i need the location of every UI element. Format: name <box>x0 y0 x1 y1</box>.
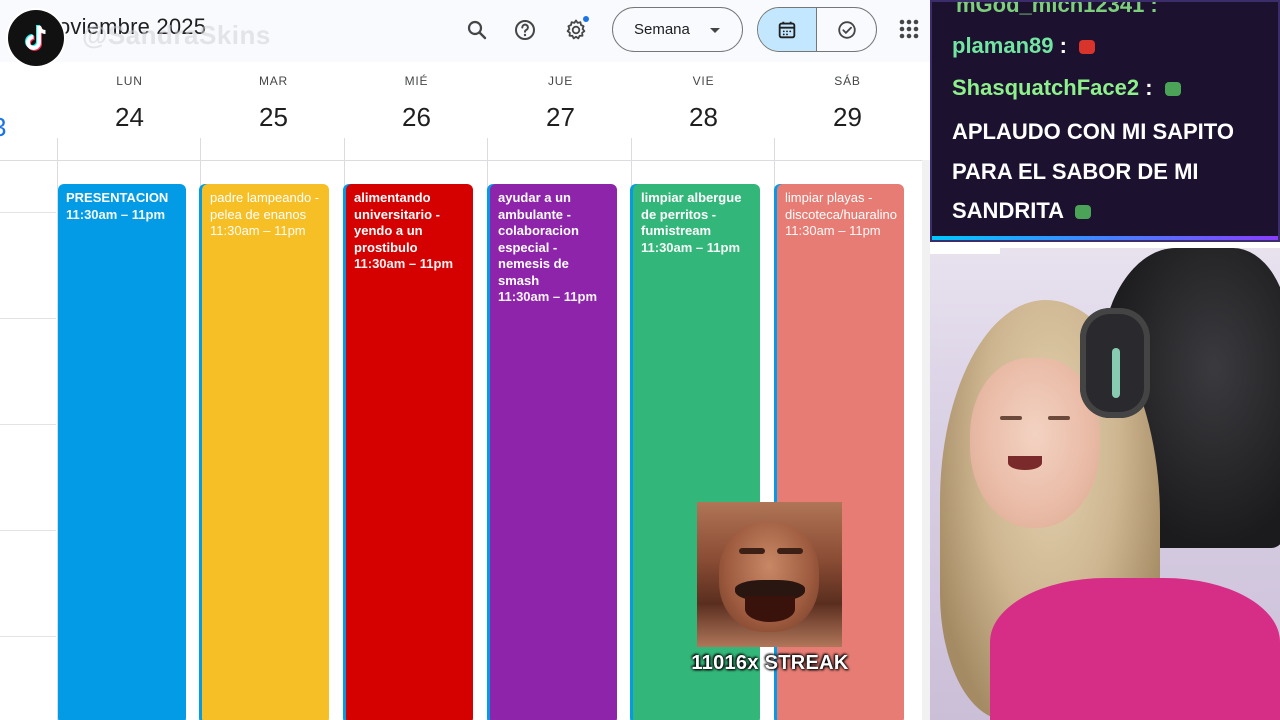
headset-light <box>1112 348 1120 398</box>
emote-icon <box>1079 40 1096 55</box>
settings-button[interactable] <box>557 11 595 49</box>
event-block[interactable]: PRESENTACION 11:30am – 11pm <box>58 184 186 720</box>
chat-line: plaman89 : <box>952 33 1096 59</box>
day-header-thu[interactable]: JUE 27 <box>489 74 632 133</box>
column-divider <box>200 138 201 720</box>
hour-line <box>0 636 56 637</box>
day-name: SÁB <box>834 74 861 88</box>
event-time: 11:30am – 11pm <box>641 239 741 255</box>
streamer-eye <box>1000 416 1022 420</box>
day-header-tue[interactable]: MAR 25 <box>202 74 345 133</box>
calendar-topbar: oviembre 2025 @SandraSkins Semana <box>0 0 930 62</box>
day-number: 29 <box>833 102 862 132</box>
check-circle-icon <box>837 20 856 39</box>
chat-message-text: APLAUDO CON MI SAPITO PARA EL SABOR DE M… <box>952 119 1234 223</box>
help-button[interactable] <box>506 11 544 49</box>
event-time: 11:30am – 11pm <box>785 223 881 238</box>
edge-day-number[interactable]: 3 <box>0 112 6 143</box>
meme-eye <box>777 548 803 554</box>
header-divider <box>0 160 922 161</box>
hour-line <box>0 424 56 425</box>
view-select[interactable]: Semana <box>612 7 743 52</box>
tasks-toggle-button[interactable] <box>817 8 876 51</box>
event-time: 11:30am – 11pm <box>498 289 598 304</box>
apps-grid-icon <box>899 19 919 39</box>
meme-eye <box>739 548 765 554</box>
streamer-eye <box>1048 416 1070 420</box>
calendar-toggle-button[interactable] <box>758 8 818 51</box>
chat-username: mGod_mich12341 : <box>956 0 1158 17</box>
webcam-edge <box>930 248 1000 254</box>
search-button[interactable] <box>458 11 496 49</box>
chat-username: ShasquatchFace2 <box>952 75 1140 100</box>
caret-down-icon <box>710 28 720 33</box>
day-name: MAR <box>258 74 289 88</box>
day-name: JUE <box>547 74 574 88</box>
day-name: LUN <box>116 74 143 88</box>
streamer-mouth <box>1008 456 1042 470</box>
day-header-sat[interactable]: SÁB 29 <box>776 74 919 133</box>
day-header-fri[interactable]: VIE 28 <box>632 74 775 133</box>
streak-label: 11016x STREAK <box>691 652 849 674</box>
event-title: padre lampeando - pelea de enanos <box>210 190 320 222</box>
chat-border-glow <box>932 236 1278 240</box>
day-name: MIÉ <box>404 74 429 88</box>
chat-line: ShasquatchFace2 : <box>952 75 1181 101</box>
event-title: limpiar albergue de perritos - fumistrea… <box>641 190 742 238</box>
chat-separator: : <box>1059 33 1067 58</box>
chat-message: APLAUDO CON MI SAPITO PARA EL SABOR DE M… <box>952 112 1272 231</box>
view-select-label: Semana <box>634 21 690 38</box>
creator-watermark: @SandraSkins <box>82 20 271 50</box>
event-block[interactable]: padre lampeando - pelea de enanos 11:30a… <box>202 184 329 720</box>
apps-button[interactable] <box>894 14 924 44</box>
day-number: 27 <box>546 102 575 132</box>
stream-chat: mGod_mich12341 : plaman89 : ShasquatchFa… <box>930 0 1280 242</box>
event-time: 11:30am – 11pm <box>210 223 306 238</box>
edge-day-name: D <box>0 78 5 92</box>
notification-dot <box>583 16 589 22</box>
event-title: ayudar a un ambulante - colaboracion esp… <box>498 190 579 288</box>
event-title: limpiar playas - discoteca/huaralino <box>785 190 898 222</box>
scrollbar[interactable] <box>922 160 930 720</box>
day-number: 26 <box>402 102 431 132</box>
event-title: alimentando universitario - yendo a un p… <box>354 190 440 255</box>
webcam-feed <box>930 248 1280 720</box>
column-divider <box>487 138 488 720</box>
event-time: 11:30am – 11pm <box>354 256 454 271</box>
chat-username: plaman89 <box>952 33 1054 58</box>
tiktok-icon <box>25 25 46 51</box>
calendar-view: oviembre 2025 @SandraSkins Semana LUN 24… <box>0 0 930 720</box>
laughing-man-meme <box>697 502 842 647</box>
event-block[interactable]: ayudar a un ambulante - colaboracion esp… <box>490 184 617 720</box>
day-name: VIE <box>692 74 715 88</box>
day-number: 28 <box>689 102 718 132</box>
hour-line <box>0 318 56 319</box>
hour-line <box>0 530 56 531</box>
chat-separator: : <box>1145 75 1153 100</box>
column-divider <box>344 138 345 720</box>
event-title: PRESENTACION <box>66 190 169 205</box>
day-header-wed[interactable]: MIÉ 26 <box>345 74 488 133</box>
hour-line <box>0 212 56 213</box>
day-number: 24 <box>115 102 144 132</box>
day-header-mon[interactable]: LUN 24 <box>58 74 201 133</box>
day-number: 25 <box>259 102 288 132</box>
streamer-shirt <box>990 578 1280 720</box>
calendar-icon <box>778 21 796 38</box>
help-icon <box>515 20 535 40</box>
tiktok-logo <box>8 10 64 66</box>
event-block[interactable]: alimentando universitario - yendo a un p… <box>346 184 473 720</box>
frog-emote-icon <box>1075 205 1092 220</box>
meme-mouth <box>745 596 795 622</box>
view-toggle <box>757 7 877 52</box>
chat-line-partial: mGod_mich12341 : <box>956 0 1158 18</box>
frog-emote-icon <box>1164 82 1181 97</box>
event-time: 11:30am – 11pm <box>66 206 166 222</box>
column-divider <box>631 138 632 720</box>
search-icon <box>467 20 487 40</box>
